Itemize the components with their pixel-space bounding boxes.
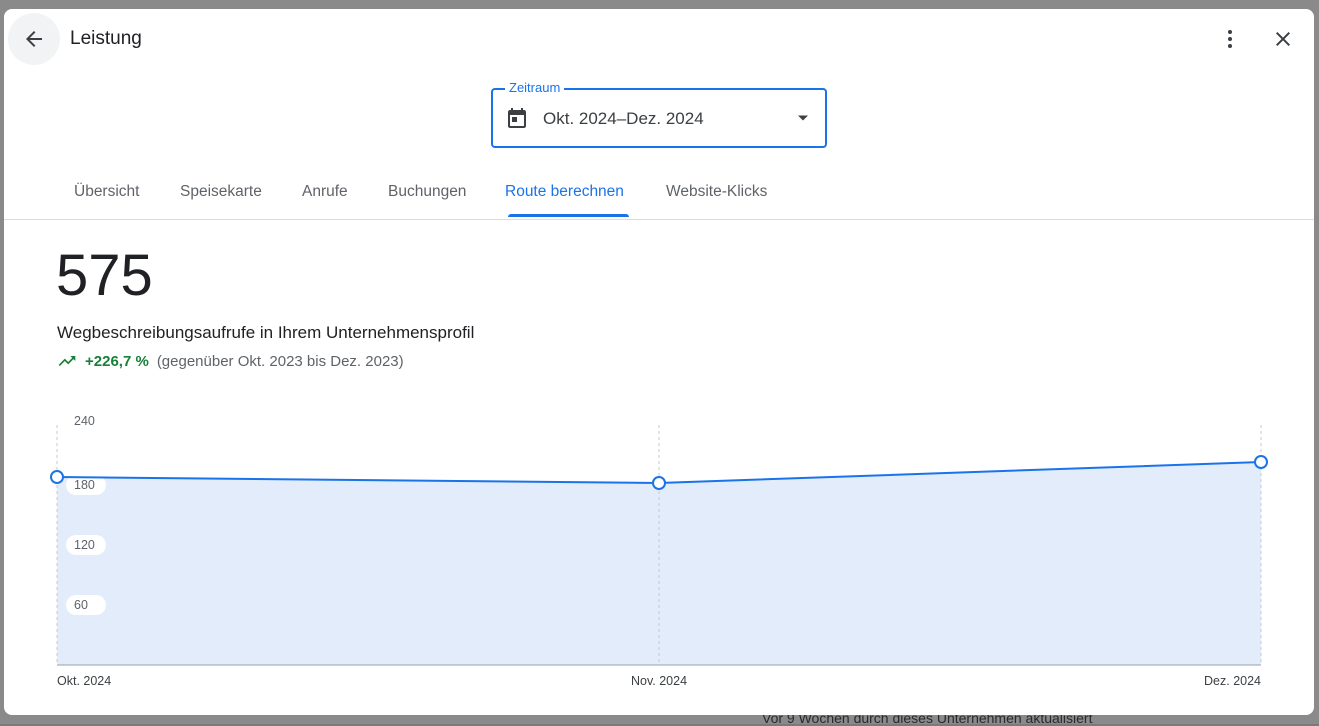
tab-menu[interactable]: Speisekarte xyxy=(180,183,262,201)
tab-bookings[interactable]: Buchungen xyxy=(388,183,466,201)
y-tick-label: 180 xyxy=(74,478,95,492)
tab-overview[interactable]: Übersicht xyxy=(74,183,139,201)
more-vert-icon xyxy=(1228,30,1232,48)
trend-row: +226,7 % (gegenüber Okt. 2023 bis Dez. 2… xyxy=(57,351,404,371)
date-range-select[interactable]: Zeitraum Okt. 2024–Dez. 2024 xyxy=(491,80,827,148)
x-tick-label: Dez. 2024 xyxy=(1204,674,1261,688)
date-range-label: Zeitraum xyxy=(505,80,565,95)
arrow-back-icon xyxy=(26,31,42,47)
calendar-icon xyxy=(508,108,526,128)
close-button[interactable] xyxy=(1265,21,1301,57)
performance-dialog: Leistung Zeitraum Okt. 2024–Dez. 2024 Üb… xyxy=(4,9,1314,715)
back-button[interactable] xyxy=(8,13,60,65)
trending-up-icon xyxy=(58,356,76,366)
active-tab-indicator xyxy=(508,214,629,217)
tab-calls[interactable]: Anrufe xyxy=(302,183,348,201)
x-tick-label: Okt. 2024 xyxy=(57,674,111,688)
y-tick-label: 60 xyxy=(74,598,88,612)
directions-chart: 60 120 180 240 Okt. 2024 Nov. 2024 Dez. 2024 xyxy=(4,399,1314,699)
dialog-title: Leistung xyxy=(70,28,142,49)
trend-comparison: (gegenüber Okt. 2023 bis Dez. 2023) xyxy=(156,352,404,370)
y-tick-label: 120 xyxy=(74,538,95,552)
chart-data-point xyxy=(1254,455,1268,469)
chart-data-point xyxy=(50,470,64,484)
metric-description: Wegbeschreibungsaufrufe in Ihrem Unterne… xyxy=(57,323,475,342)
chart-svg: 60 120 180 240 Okt. 2024 Nov. 2024 Dez. 2024 xyxy=(50,414,1268,688)
tab-website-clicks[interactable]: Website-Klicks xyxy=(666,183,767,201)
more-options-button[interactable] xyxy=(1212,21,1248,57)
dropdown-arrow-icon xyxy=(798,115,808,121)
x-tick-label: Nov. 2024 xyxy=(631,674,687,688)
metric-total: 575 xyxy=(56,243,153,308)
trend-change: +226,7 % xyxy=(85,352,149,370)
close-icon xyxy=(1276,32,1290,46)
tab-directions[interactable]: Route berechnen xyxy=(505,183,624,201)
chart-data-point xyxy=(652,476,666,490)
y-tick-label: 240 xyxy=(74,414,95,428)
date-range-value: Okt. 2024–Dez. 2024 xyxy=(543,109,704,128)
tab-bar: Übersicht Speisekarte Anrufe Buchungen R… xyxy=(4,169,1314,220)
